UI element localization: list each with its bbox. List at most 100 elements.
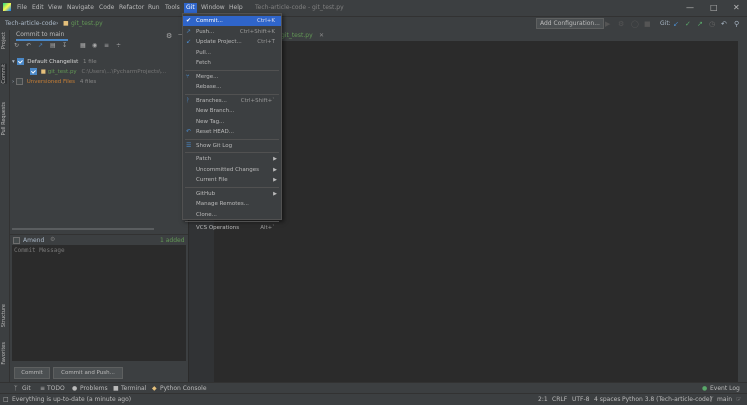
git-menu-item-uncommitted-changes[interactable]: Uncommitted Changes ▶ bbox=[183, 165, 281, 175]
menu-file[interactable]: File bbox=[17, 4, 27, 11]
editor-tab[interactable]: git_test.py bbox=[281, 32, 313, 39]
expand-all-icon[interactable]: ≡ bbox=[104, 42, 109, 49]
menu-tools[interactable]: Tools bbox=[165, 4, 180, 11]
git-menu-item-rebase[interactable]: Rebase... bbox=[183, 82, 281, 92]
commit-button[interactable]: Commit bbox=[14, 367, 50, 379]
refresh-icon[interactable]: ↻ bbox=[14, 42, 19, 49]
breadcrumb-project[interactable]: Tech-article-code bbox=[5, 20, 56, 27]
diff-icon[interactable]: ↗ bbox=[38, 42, 43, 49]
git-menu-item-vcs-operations[interactable]: VCS Operations Alt+` bbox=[183, 223, 281, 233]
git-branch-icon: ᛉ bbox=[710, 396, 714, 403]
git-menu-item-update-project[interactable]: ↙ Update Project... Ctrl+T bbox=[183, 37, 281, 47]
code-editor[interactable] bbox=[214, 41, 747, 382]
git-menu-item-current-file[interactable]: Current File ▶ bbox=[183, 175, 281, 185]
commit-message-placeholder: Commit Message bbox=[14, 247, 65, 254]
menu-edit[interactable]: Edit bbox=[32, 4, 44, 11]
git-menu-item-commit[interactable]: ✔ Commit... Ctrl+K bbox=[183, 16, 281, 26]
shelve-icon[interactable]: ▤ bbox=[50, 42, 56, 49]
git-menu-item-branches[interactable]: ᚹ Branches... Ctrl+Shift+` bbox=[183, 96, 281, 106]
changelist-row[interactable]: ▾ Default Changelist 1 file bbox=[12, 58, 97, 67]
breadcrumb-file[interactable]: git_test.py bbox=[71, 20, 103, 27]
git-menu-item-push[interactable]: ↗ Push... Ctrl+Shift+K bbox=[183, 27, 281, 37]
tool-problems[interactable]: Problems bbox=[80, 385, 108, 392]
file-row[interactable]: ■ git_test.py C:\Users\...\PycharmProjec… bbox=[30, 68, 188, 77]
tool-event-log[interactable]: Event Log bbox=[710, 385, 740, 392]
caret-position[interactable]: 2:1 bbox=[538, 396, 548, 403]
menu-code[interactable]: Code bbox=[99, 4, 114, 11]
stop-icon[interactable]: ■ bbox=[644, 20, 651, 28]
download-icon[interactable]: ↧ bbox=[62, 42, 67, 49]
commit-icon[interactable]: ✓ bbox=[685, 20, 691, 28]
commit-and-push-button[interactable]: Commit and Push... bbox=[53, 367, 123, 379]
close-icon[interactable]: ✕ bbox=[733, 3, 740, 12]
file-checkbox[interactable] bbox=[30, 68, 37, 75]
menu-git[interactable]: Git bbox=[184, 3, 197, 13]
git-menu-item-github[interactable]: GitHub ▶ bbox=[183, 189, 281, 199]
menu-item-label: Merge... bbox=[196, 73, 219, 80]
menu-window[interactable]: Window bbox=[201, 4, 225, 11]
tool-git[interactable]: Git bbox=[22, 385, 31, 392]
git-menu-item-clone[interactable]: Clone... bbox=[183, 210, 281, 220]
tab-favorites[interactable]: Favorites bbox=[1, 342, 7, 365]
run-icon[interactable]: ▶ bbox=[605, 20, 610, 28]
add-configuration-button[interactable]: Add Configuration... bbox=[536, 18, 604, 29]
git-menu-item-merge[interactable]: ⑂ Merge... bbox=[183, 72, 281, 82]
notifications-icon[interactable]: ☞ bbox=[736, 396, 741, 403]
tab-project[interactable]: Project bbox=[1, 32, 7, 49]
line-separator[interactable]: CRLF bbox=[552, 396, 567, 403]
git-menu-item-new-tag[interactable]: New Tag... bbox=[183, 117, 281, 127]
git-menu-item-new-branch[interactable]: New Branch... bbox=[183, 106, 281, 116]
rollback-icon[interactable]: ↶ bbox=[26, 42, 31, 49]
python-interpreter[interactable]: Python 3.8 (Tech-article-code) bbox=[622, 396, 712, 403]
push-icon[interactable]: ↗ bbox=[697, 20, 703, 28]
collapse-all-icon[interactable]: ÷ bbox=[116, 42, 121, 49]
tool-todo[interactable]: TODO bbox=[47, 385, 65, 392]
view-options-icon[interactable]: ◉ bbox=[92, 42, 97, 49]
debug-icon[interactable]: ⚙ bbox=[618, 20, 624, 28]
tab-structure[interactable]: Structure bbox=[1, 304, 7, 327]
tool-python-console[interactable]: Python Console bbox=[160, 385, 207, 392]
git-menu-item-manage-remotes[interactable]: Manage Remotes... bbox=[183, 199, 281, 209]
git-menu-item-patch[interactable]: Patch ▶ bbox=[183, 154, 281, 164]
minimize-icon[interactable]: — bbox=[686, 3, 694, 12]
amend-label[interactable]: Amend bbox=[23, 237, 44, 244]
indent-setting[interactable]: 4 spaces bbox=[594, 396, 620, 403]
unversioned-checkbox[interactable] bbox=[15, 78, 23, 85]
file-encoding[interactable]: UTF-8 bbox=[572, 396, 590, 403]
unversioned-row[interactable]: › Unversioned Files 4 files bbox=[12, 78, 96, 87]
tab-commit[interactable]: Commit bbox=[1, 64, 7, 84]
history-icon[interactable]: ◷ bbox=[709, 20, 715, 28]
collapse-arrow-icon[interactable]: › bbox=[12, 79, 14, 85]
tool-terminal[interactable]: Terminal bbox=[121, 385, 146, 392]
amend-checkbox[interactable] bbox=[13, 237, 20, 244]
menu-refactor[interactable]: Refactor bbox=[119, 4, 144, 11]
update-project-icon[interactable]: ↙ bbox=[673, 20, 679, 28]
group-by-icon[interactable]: ▦ bbox=[80, 42, 86, 49]
commit-message-field[interactable]: Commit Message bbox=[12, 245, 186, 361]
menu-separator bbox=[185, 93, 279, 95]
rollback-icon[interactable]: ↶ bbox=[721, 20, 727, 28]
changelist-checkbox[interactable] bbox=[16, 58, 24, 65]
search-icon[interactable]: ⚲ bbox=[734, 20, 739, 28]
menu-run[interactable]: Run bbox=[148, 4, 160, 11]
git-menu-item-pull[interactable]: Pull... bbox=[183, 48, 281, 58]
gear-icon[interactable]: ⚙ bbox=[166, 32, 172, 40]
menu-item-label: Clone... bbox=[196, 211, 217, 218]
git-branch[interactable]: main bbox=[717, 396, 732, 403]
menu-navigate[interactable]: Navigate bbox=[67, 4, 94, 11]
git-menu-item-show-git-log[interactable]: ☰ Show Git Log bbox=[183, 141, 281, 151]
close-tab-icon[interactable]: ✕ bbox=[319, 32, 324, 39]
coverage-icon[interactable]: ◯ bbox=[631, 20, 639, 28]
settings-icon[interactable]: ⚙ bbox=[50, 236, 55, 243]
commit-to-main-tab[interactable]: Commit to main bbox=[16, 31, 68, 41]
menu-view[interactable]: View bbox=[48, 4, 62, 11]
git-menu-item-reset-head[interactable]: ↶ Reset HEAD... bbox=[183, 127, 281, 137]
breadcrumb-separator: › bbox=[56, 20, 59, 27]
git-menu-item-fetch[interactable]: Fetch bbox=[183, 58, 281, 68]
tab-pull-requests[interactable]: Pull Requests bbox=[1, 102, 7, 135]
menu-help[interactable]: Help bbox=[229, 4, 243, 11]
menu-item-label: GitHub bbox=[196, 190, 216, 197]
expand-arrow-icon[interactable]: ▾ bbox=[12, 59, 15, 65]
maximize-icon[interactable]: □ bbox=[710, 3, 718, 12]
horizontal-scrollbar[interactable] bbox=[12, 228, 154, 230]
